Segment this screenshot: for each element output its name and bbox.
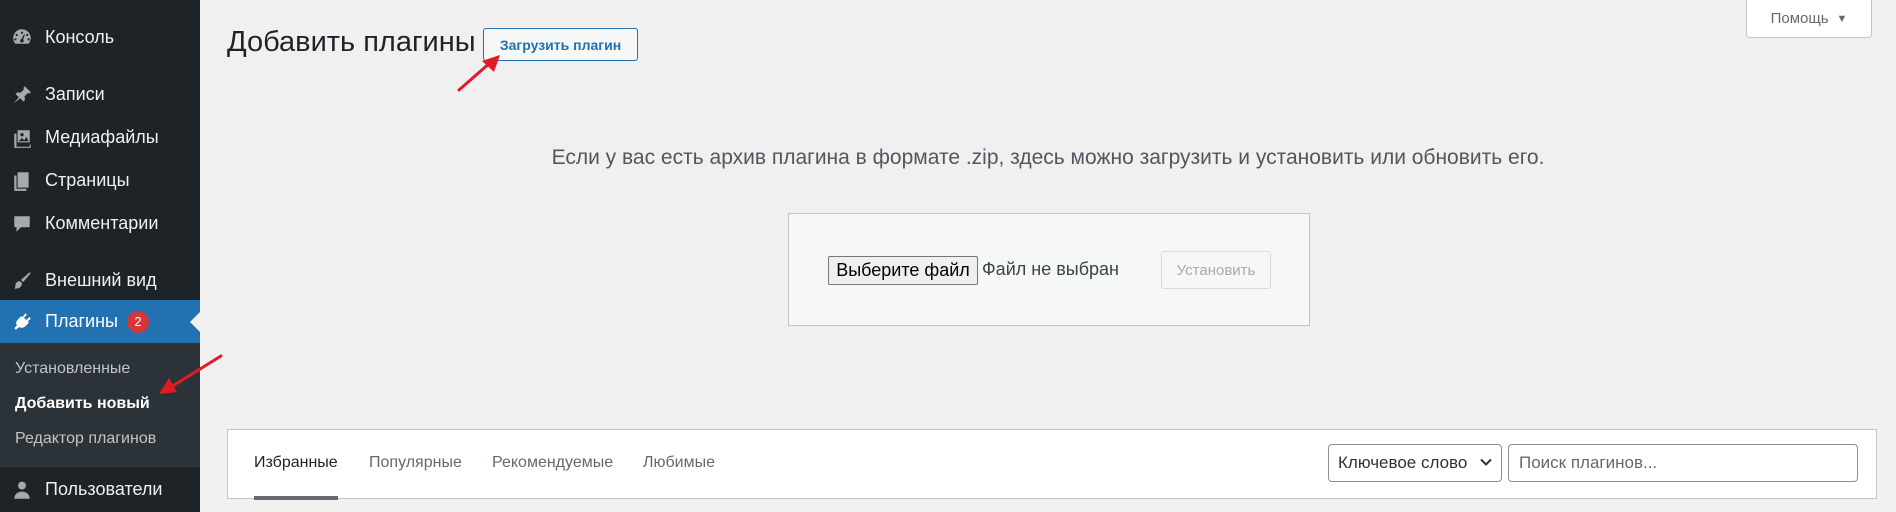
sidebar-item-appearance[interactable]: Внешний вид (0, 259, 200, 302)
sidebar-item-comments[interactable]: Комментарии (0, 202, 200, 245)
media-icon (10, 126, 34, 150)
sidebar-item-label: Плагины (45, 311, 118, 331)
submenu-item-installed[interactable]: Установленные (15, 360, 130, 378)
admin-sidebar: Консоль Записи Медиафайлы Страницы Комме… (0, 0, 200, 512)
tab-popular[interactable]: Популярные (369, 454, 462, 500)
page-title: Добавить плагины (227, 26, 476, 58)
chevron-down-icon (1480, 458, 1492, 466)
tab-favorites[interactable]: Любимые (643, 454, 715, 500)
sidebar-item-posts[interactable]: Записи (0, 73, 200, 116)
pages-icon (10, 169, 34, 193)
sidebar-item-users[interactable]: Пользователи (0, 468, 200, 511)
submenu-item-plugin-editor[interactable]: Редактор плагинов (15, 430, 156, 448)
plugin-icon (10, 310, 34, 334)
upload-instructions: Если у вас есть архив плагина в формате … (551, 146, 1545, 169)
search-type-select[interactable]: Ключевое слово (1328, 444, 1502, 482)
sidebar-item-label: Страницы (45, 170, 130, 190)
submenu-item-add-new[interactable]: Добавить новый (15, 395, 150, 413)
annotation-arrow-icon (159, 354, 223, 394)
sidebar-item-dashboard[interactable]: Консоль (0, 16, 200, 59)
caret-down-icon: ▼ (1836, 12, 1848, 25)
pin-icon (10, 83, 34, 107)
plugin-filter-bar: Избранные Популярные Рекомендуемые Любим… (227, 429, 1877, 500)
upload-plugin-button[interactable]: Загрузить плагин (483, 28, 638, 61)
sidebar-item-media[interactable]: Медиафайлы (0, 116, 200, 159)
comment-icon (10, 212, 34, 236)
tab-recommended[interactable]: Рекомендуемые (492, 454, 613, 500)
search-plugins-input[interactable] (1508, 444, 1858, 482)
tab-featured[interactable]: Избранные (254, 454, 338, 500)
sidebar-item-label: Консоль (45, 27, 115, 47)
upload-form: Выберите файл Файл не выбран Установить (788, 213, 1310, 326)
brush-icon (10, 269, 34, 293)
user-icon (10, 478, 34, 502)
help-label: Помощь (1770, 10, 1829, 27)
sidebar-item-label: Комментарии (45, 213, 159, 233)
update-count-badge: 2 (126, 310, 149, 333)
sidebar-item-label: Пользователи (45, 479, 163, 499)
sidebar-item-plugins[interactable]: Плагины 2 (0, 300, 200, 343)
help-tab-button[interactable]: Помощь ▼ (1746, 0, 1872, 38)
install-now-button[interactable]: Установить (1161, 251, 1271, 289)
annotation-arrow-icon (457, 55, 500, 92)
file-status-text: Файл не выбран (982, 259, 1119, 279)
dashboard-icon (10, 26, 34, 50)
sidebar-item-pages[interactable]: Страницы (0, 159, 200, 202)
choose-file-button[interactable]: Выберите файл (828, 256, 978, 285)
sidebar-item-label: Внешний вид (45, 270, 157, 290)
sidebar-item-label: Записи (45, 84, 105, 104)
search-type-value: Ключевое слово (1338, 453, 1468, 472)
sidebar-item-label: Медиафайлы (45, 127, 159, 147)
